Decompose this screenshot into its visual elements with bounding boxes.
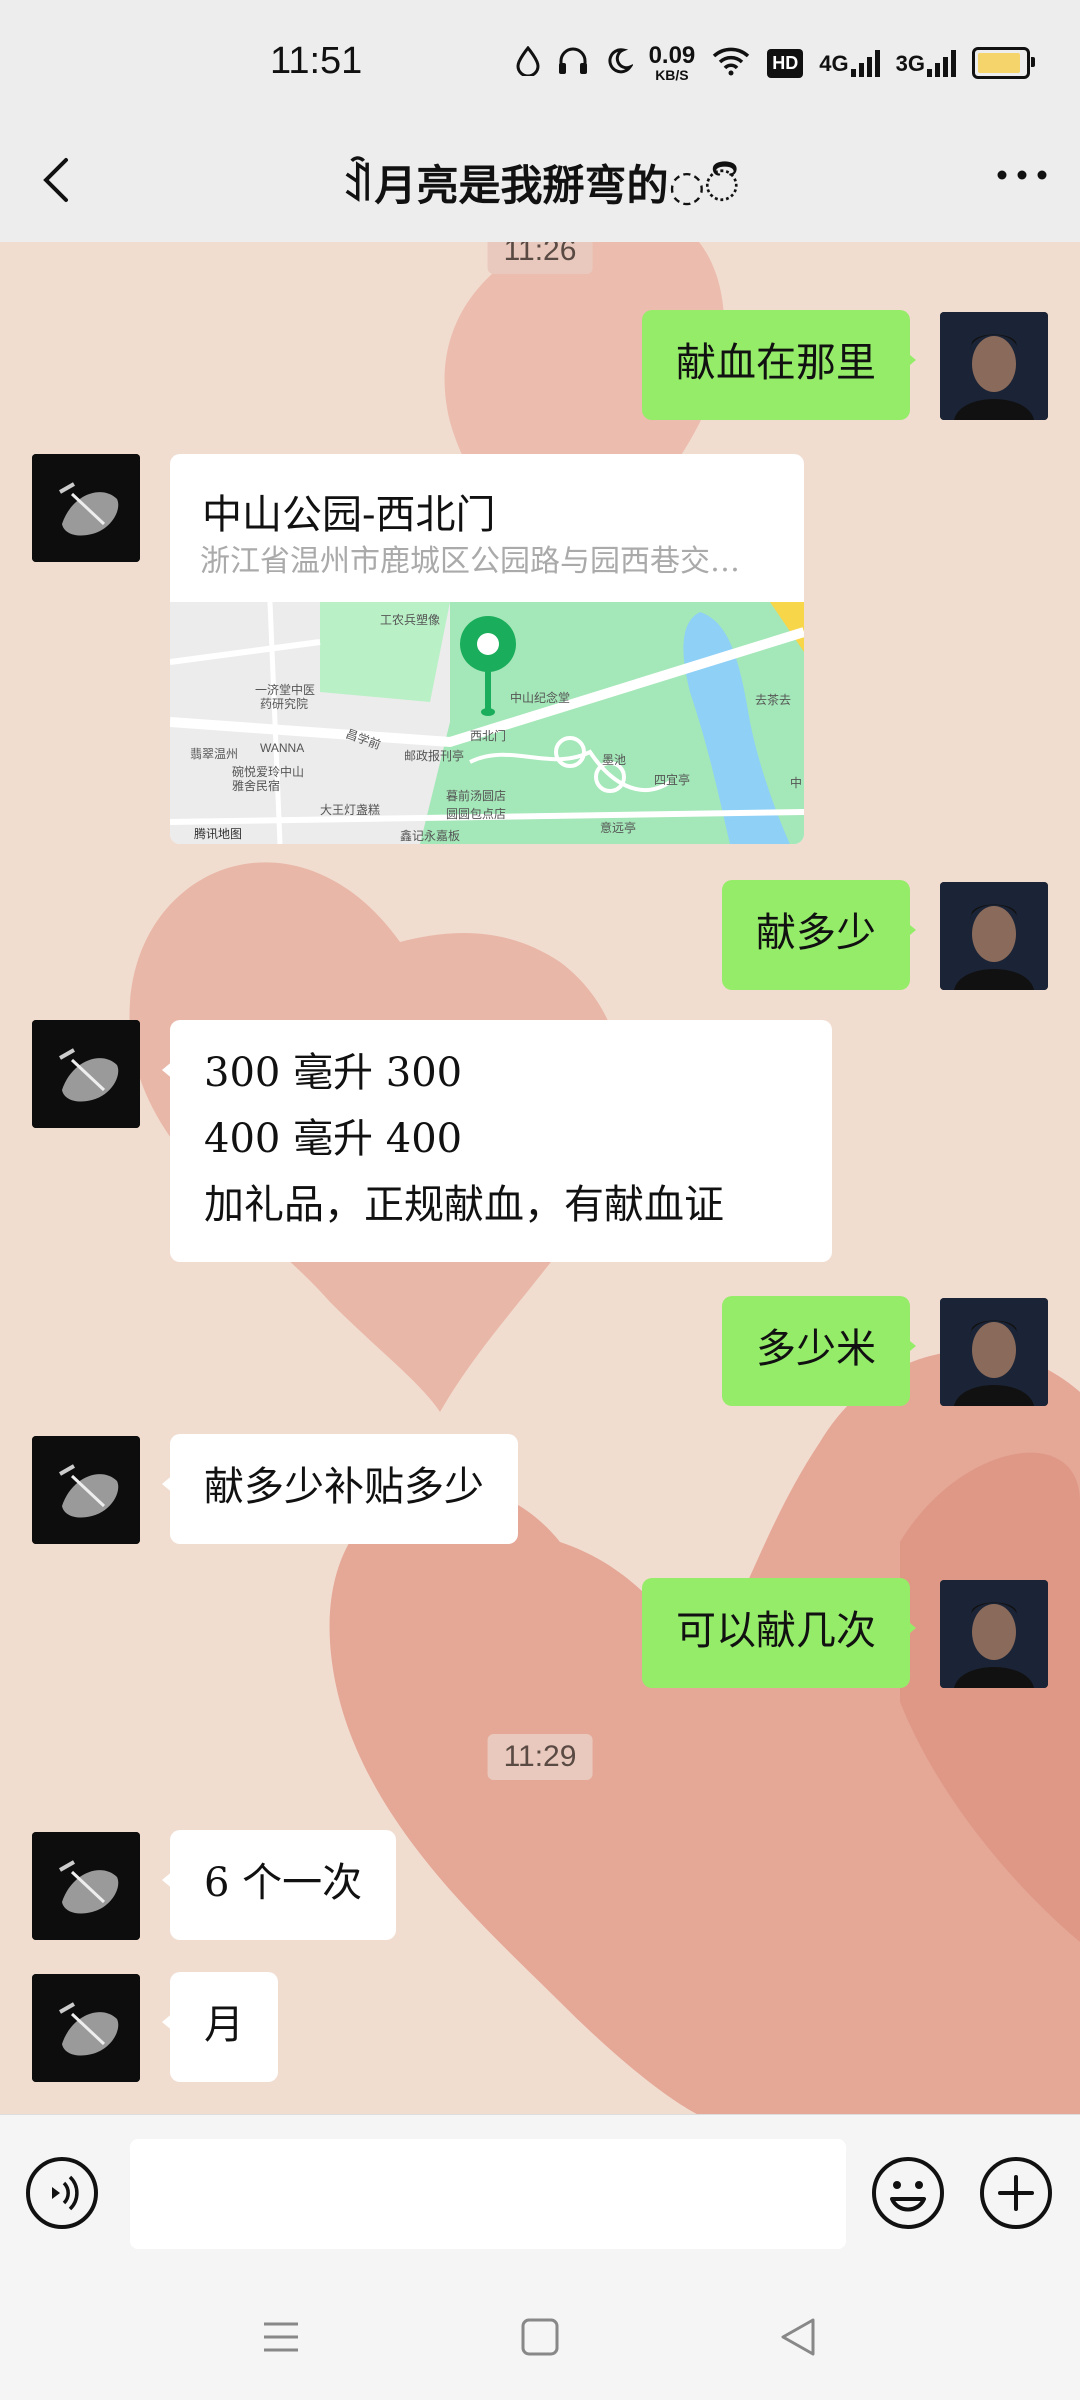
net-speed: 0.09 KB/S (648, 42, 696, 83)
location-card[interactable]: 中山公园-西北门 浙江省温州市鹿城区公园路与园西巷交… 工农兵塑像 一济堂中医 … (170, 454, 804, 844)
chat-header: ꀉ月亮是我掰弯的◌ි (0, 130, 1080, 243)
my-avatar[interactable] (940, 1580, 1048, 1688)
timestamp: 11:29 (487, 1734, 593, 1780)
map-label: 鑫记永嘉板 (400, 828, 460, 843)
message-bubble-sent[interactable]: 可以献几次 (642, 1578, 916, 1688)
map-label: 碗悦爱玲中山 (232, 764, 304, 779)
wifi-icon (711, 46, 751, 81)
message-line: 加礼品，正规献血，有献血证 (204, 1182, 724, 1228)
my-avatar[interactable] (940, 1298, 1048, 1406)
signal-3g: 3G (896, 49, 956, 77)
voice-icon (52, 2175, 79, 2211)
contact-avatar[interactable] (32, 1436, 140, 1544)
message-bubble-sent[interactable]: 献多少 (722, 880, 916, 990)
map-label: 中 (790, 775, 802, 790)
emoji-button[interactable] (870, 2155, 946, 2231)
map-label: 中山纪念堂 (510, 690, 570, 705)
home-icon (521, 2318, 559, 2356)
system-nav-bar (0, 2276, 1080, 2400)
headphones-icon (557, 46, 589, 81)
map-label: 大王灯盏糕 (320, 802, 380, 817)
map-label: 西北门 (470, 728, 506, 743)
map-label: 药研究院 (260, 696, 308, 711)
message-line: 300 毫升 300 (204, 1050, 463, 1096)
map-label: 暮前汤圆店 (446, 788, 506, 803)
message-bubble-sent[interactable]: 献血在那里 (642, 310, 916, 420)
map-label: 邮政报刊亭 (404, 748, 464, 763)
contact-avatar[interactable] (32, 454, 140, 562)
message-line: 400 毫升 400 (204, 1116, 463, 1162)
signal-4g: 4G (819, 49, 880, 77)
message-bubble-sent[interactable]: 多少米 (722, 1296, 916, 1406)
map-label: 工农兵塑像 (380, 612, 440, 627)
contact-avatar[interactable] (32, 1974, 140, 2082)
drop-icon (515, 45, 541, 81)
status-bar: 11:51 0.09 KB/S HD 4G 3G (0, 0, 1080, 130)
status-time: 11:51 (270, 40, 363, 82)
voice-button[interactable] (26, 2157, 98, 2229)
my-avatar[interactable] (940, 312, 1048, 420)
location-address: 浙江省温州市鹿城区公园路与园西巷交… (200, 544, 740, 579)
map-label: 翡翠温州 (190, 747, 238, 761)
contact-avatar[interactable] (32, 1020, 140, 1128)
plus-icon (980, 2157, 1052, 2229)
hd-badge: HD (767, 48, 804, 78)
map-attribution: 腾讯地图 (194, 826, 242, 841)
more-icon (997, 170, 1047, 180)
moon-icon (605, 47, 634, 80)
menu-icon (264, 2322, 298, 2352)
battery-icon (972, 47, 1035, 79)
input-bar (0, 2114, 1080, 2277)
location-title: 中山公园-西北门 (202, 492, 496, 538)
message-bubble-received[interactable]: 献多少补贴多少 (162, 1434, 518, 1544)
back-triangle-icon (781, 2318, 815, 2356)
back-nav-button[interactable] (775, 2314, 821, 2360)
contact-avatar[interactable] (32, 1832, 140, 1940)
message-bubble-received[interactable]: 300 毫升 300 400 毫升 400 加礼品，正规献血，有献血证 (162, 1020, 832, 1262)
plus-button[interactable] (978, 2155, 1054, 2231)
chat-title: ꀉ月亮是我掰弯的◌ි (341, 161, 739, 210)
status-icons: 0.09 KB/S HD 4G 3G (515, 42, 1035, 83)
map-label: 意远亭 (600, 820, 636, 835)
map-label: 去茶去 (755, 692, 791, 707)
map-label: WANNA (260, 741, 304, 755)
message-bubble-received[interactable]: 6 个一次 (161, 1830, 397, 1940)
map-label: 雅舍民宿 (232, 778, 280, 793)
map-label: 一济堂中医 (255, 682, 315, 697)
location-map: 工农兵塑像 一济堂中医 药研究院 中山纪念堂 去茶去 昌学前 翡翠温州 WANN… (170, 602, 804, 844)
my-avatar[interactable] (940, 882, 1048, 990)
menu-button[interactable] (258, 2314, 304, 2360)
message-input[interactable] (130, 2139, 846, 2249)
map-label: 四宜亭 (654, 772, 690, 787)
map-label: 圆圆包点店 (446, 807, 506, 821)
emoji-icon (872, 2157, 944, 2229)
chat-area[interactable]: 11:26 献血在那里 中山公园-西北门 浙江省温州市鹿城区公园路与园西巷交… … (0, 242, 1080, 2114)
timestamp: 11:26 (487, 242, 593, 274)
map-label: 墨池 (602, 753, 626, 767)
home-button[interactable] (517, 2314, 563, 2360)
more-button[interactable] (994, 152, 1050, 206)
message-bubble-received[interactable]: 月 (162, 1972, 278, 2082)
